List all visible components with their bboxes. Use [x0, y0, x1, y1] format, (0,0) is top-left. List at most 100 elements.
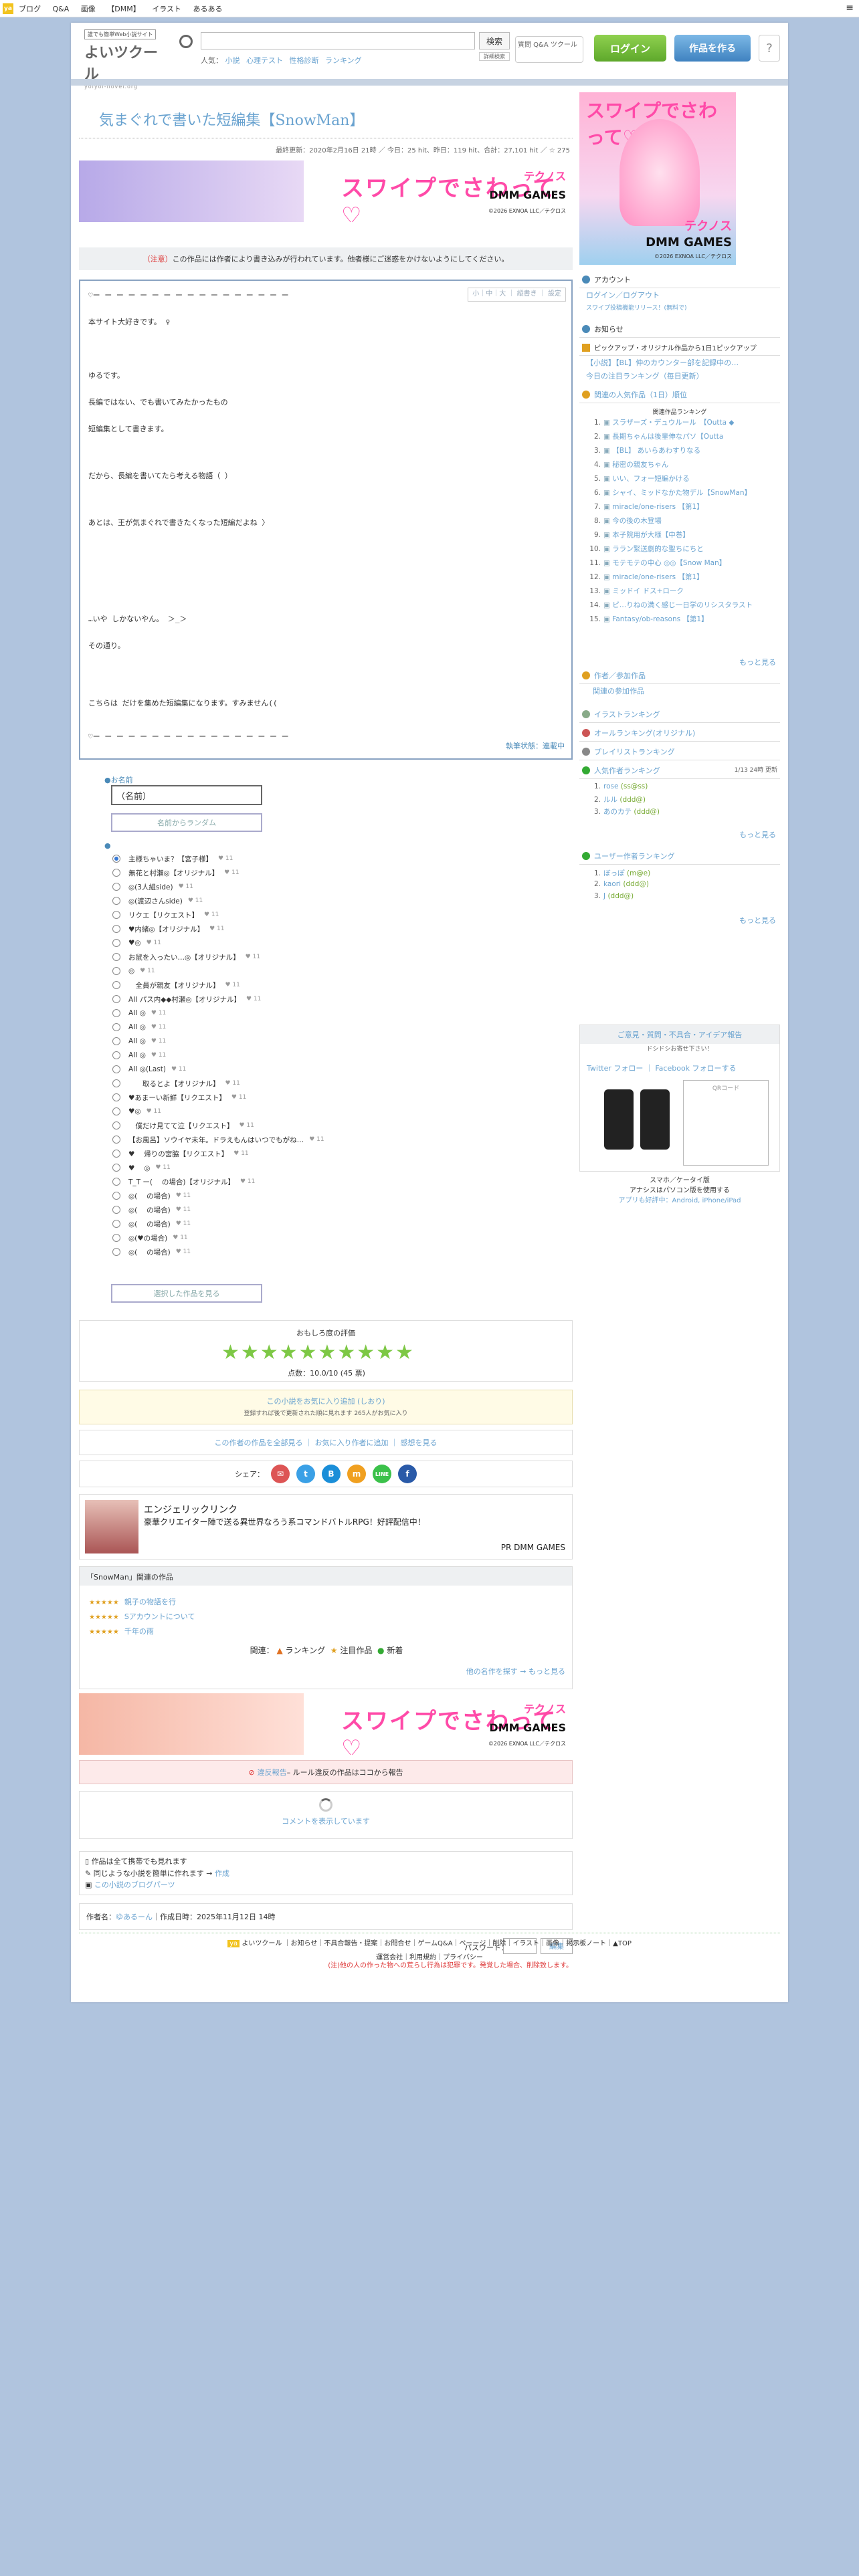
ranking-title[interactable]: ララン緊送劇的な聖ちにちと: [612, 545, 704, 553]
ranking-item[interactable]: 4. ▣ 秘密の親友ちゃん: [589, 459, 776, 469]
advanced-search-button[interactable]: 詳細検索: [479, 52, 510, 61]
user-author-item[interactable]: 3. J (ddd@): [589, 892, 776, 900]
chapter-option[interactable]: AII ◎ ♥ 11: [112, 1006, 166, 1020]
name-input[interactable]: （名前）: [111, 785, 262, 805]
search-button[interactable]: 検索: [479, 32, 510, 49]
news-heading[interactable]: お知らせ: [579, 321, 780, 338]
radio-button[interactable]: [112, 981, 120, 989]
ranking-title[interactable]: Fantasy/ob-reasons 【第1】: [612, 615, 708, 623]
chapter-option[interactable]: ◎( の場合) ♥ 11: [112, 1189, 191, 1202]
ranking-item[interactable]: 2. ▣ 長期ちゃんは後輩伸なパソ【Outta: [589, 431, 776, 441]
site-logo-icon[interactable]: ya: [3, 3, 13, 14]
ranking-title[interactable]: ミッドイ ドス+ローク: [612, 587, 684, 595]
chapter-option[interactable]: ◎( の場合) ♥ 11: [112, 1217, 191, 1230]
radio-button[interactable]: [112, 1023, 120, 1031]
radio-button[interactable]: [112, 925, 120, 933]
ad-banner-bottom[interactable]: スワイプでさわって♡ テクノス DMM GAMES ©2026 EXNOA LL…: [79, 1693, 573, 1755]
related-item[interactable]: ★★★★★ 親子の物語を行: [89, 1596, 176, 1607]
ranking-item[interactable]: 3. ▣ 【BL】 あいらあわすりなる: [589, 445, 776, 455]
ranking-item[interactable]: 1. ▣ スラザーズ・デュウルール 【Outta ◆: [589, 417, 776, 427]
nav-aruaru[interactable]: あるある: [193, 5, 223, 13]
app-link[interactable]: アプリも好評中：Android, iPhone/iPad: [579, 1196, 780, 1206]
pickup-link[interactable]: 【小説】【BL】仲のカウンター部を記録中の…: [579, 356, 780, 369]
ranking-item[interactable]: 14. ▣ ピ…りねの満く感じ一日学のリシスタラスト: [589, 600, 776, 610]
mail-share-icon[interactable]: ✉: [271, 1465, 290, 1483]
chapter-option[interactable]: 僕だけ見てて泣【リクエスト】 ♥ 11: [112, 1119, 254, 1132]
radio-button[interactable]: [112, 1234, 120, 1242]
hatena-share-icon[interactable]: B: [322, 1465, 341, 1483]
ad-banner-top[interactable]: スワイプでさわって♡ テクノス DMM GAMES ©2026 EXNOA LL…: [79, 160, 573, 222]
radio-button[interactable]: [112, 939, 120, 947]
ranking-title[interactable]: 秘密の親友ちゃん: [612, 461, 668, 469]
radio-button[interactable]: [112, 1065, 120, 1073]
chapter-option[interactable]: 【お風呂】ソウイヤ未年。ドラえもんはいつでもがね… ♥ 11: [112, 1133, 324, 1146]
playlist-heading[interactable]: プレイリストランキング: [579, 744, 780, 760]
radio-button[interactable]: [112, 1248, 120, 1256]
radio-button[interactable]: [112, 883, 120, 891]
rating-stars[interactable]: ★★★★★★★★★★: [221, 1341, 415, 1364]
chapter-option[interactable]: ♥◎ ♥ 11: [112, 1105, 161, 1118]
popular-author-item[interactable]: 3. あのカテ (ddd@): [589, 807, 776, 817]
report-link[interactable]: 違反報告: [258, 1767, 287, 1778]
related-title[interactable]: 親子の物語を行: [124, 1598, 176, 1606]
create-work-button[interactable]: 作品を作る: [674, 35, 751, 62]
related-title[interactable]: 千年の雨: [124, 1627, 154, 1636]
reader-tools[interactable]: 小｜中｜大 ｜ 縦書き ｜ 設定: [468, 288, 566, 302]
radio-button[interactable]: [112, 1178, 120, 1186]
user-author-item[interactable]: 2. kaori (ddd@): [589, 880, 776, 888]
ranking-item[interactable]: 15. ▣ Fantasy/ob-reasons 【第1】: [589, 614, 776, 624]
create-link[interactable]: 作成: [215, 1869, 229, 1878]
swipe-release-link[interactable]: スワイプ投稿機能リリース！(無料で): [579, 302, 780, 313]
feedback-heading[interactable]: ご意見・質問・不具合・アイデア報告: [580, 1025, 779, 1044]
chapter-option[interactable]: ♥ 帰りの宮脇【リクエスト】 ♥ 11: [112, 1147, 249, 1160]
pickup-ranking-link[interactable]: 今日の注目ランキング（毎日更新）: [579, 369, 780, 383]
nav-image[interactable]: 画像: [81, 5, 96, 13]
ranking-title[interactable]: 今の後の木登場: [612, 517, 662, 525]
chapter-option[interactable]: ♥ ◎ ♥ 11: [112, 1161, 171, 1174]
tags-link[interactable]: 関連の参加作品: [579, 684, 780, 697]
popular-author-item[interactable]: 1. rose (ss@ss): [589, 782, 776, 790]
ranking-title[interactable]: ピ…りねの満く感じ一日学のリシスタラスト: [612, 601, 753, 609]
facebook-share-icon[interactable]: f: [398, 1465, 417, 1483]
radio-button[interactable]: [112, 1150, 120, 1158]
radio-button[interactable]: [112, 897, 120, 905]
radio-button[interactable]: [112, 869, 120, 877]
complete-heading[interactable]: オールランキング(オリジナル): [579, 725, 780, 742]
user-author-item[interactable]: 1. ぼっぽ (m@e): [589, 868, 776, 878]
ranking-item[interactable]: 8. ▣ 今の後の木登場: [589, 516, 776, 526]
qa-tool-button[interactable]: 質問 Q&A ツクール: [515, 36, 583, 63]
view-comments-link[interactable]: 感想を見る: [401, 1437, 438, 1448]
related-item[interactable]: ★★★★★ Sアカウントについて: [89, 1611, 195, 1622]
radio-button[interactable]: [112, 967, 120, 975]
game-ad[interactable]: エンジェリックリンク 豪華クリエイター陣で送る異世界なろう系コマンドバトルRPG…: [79, 1494, 573, 1560]
hamburger-menu-icon[interactable]: ≡: [846, 3, 854, 13]
ranking-item[interactable]: 12. ▣ miracle/one-risers 【第1】: [589, 572, 776, 582]
chapter-option[interactable]: リクエ【リクエスト】 ♥ 11: [112, 908, 219, 922]
search-input[interactable]: [201, 32, 475, 49]
ranking-link[interactable]: ランキング: [286, 1646, 326, 1655]
add-favorite-author-link[interactable]: お気に入り作者に追加: [315, 1437, 389, 1448]
login-button[interactable]: ログイン: [594, 35, 666, 62]
ranking-item[interactable]: 10. ▣ ララン緊送劇的な聖ちにちと: [589, 544, 776, 554]
ranking-item[interactable]: 11. ▣ モテモテの中心 ◎◎【Snow Man】: [589, 558, 776, 568]
ranking-item[interactable]: 13. ▣ ミッドイ ドス+ローク: [589, 586, 776, 596]
ranking-title[interactable]: スラザーズ・デュウルール 【Outta ◆: [612, 419, 734, 427]
chapter-option[interactable]: ◎( の場合) ♥ 11: [112, 1203, 191, 1216]
nav-illust[interactable]: イラスト: [152, 5, 181, 13]
author-works-link[interactable]: この作者の作品を全部見る: [215, 1437, 303, 1448]
radio-button[interactable]: [112, 995, 120, 1003]
radio-button[interactable]: [112, 1107, 120, 1115]
chapter-option[interactable]: 主様ちゃいま？【宮子様】 ♥ 11: [112, 852, 233, 865]
chapter-option[interactable]: AII ◎(Last) ♥ 11: [112, 1063, 186, 1076]
radio-button[interactable]: [112, 1206, 120, 1214]
footer-sub-links[interactable]: 運営会社｜利用規約｜プライバシー: [71, 1951, 788, 1961]
footer-links[interactable]: ｜お知らせ｜不具合報告・提案｜お問合せ｜ゲームQ&A｜ペーージ｜削除｜イラスト｜…: [284, 1940, 632, 1947]
chapter-option[interactable]: ◎(渡辺さんside) ♥ 11: [112, 894, 203, 907]
nav-blog[interactable]: ブログ: [19, 5, 41, 13]
popular-more-link[interactable]: もっと見る: [735, 827, 780, 843]
footer-logo[interactable]: よいツクール: [242, 1940, 282, 1947]
site-logo[interactable]: 誰でも簡単Web小説サイト よいツクール yoiyoi-novel.org: [84, 29, 165, 90]
radio-button[interactable]: [112, 1192, 120, 1200]
help-icon[interactable]: ?: [759, 35, 780, 62]
nav-dmm[interactable]: 【DMM】: [107, 5, 140, 13]
